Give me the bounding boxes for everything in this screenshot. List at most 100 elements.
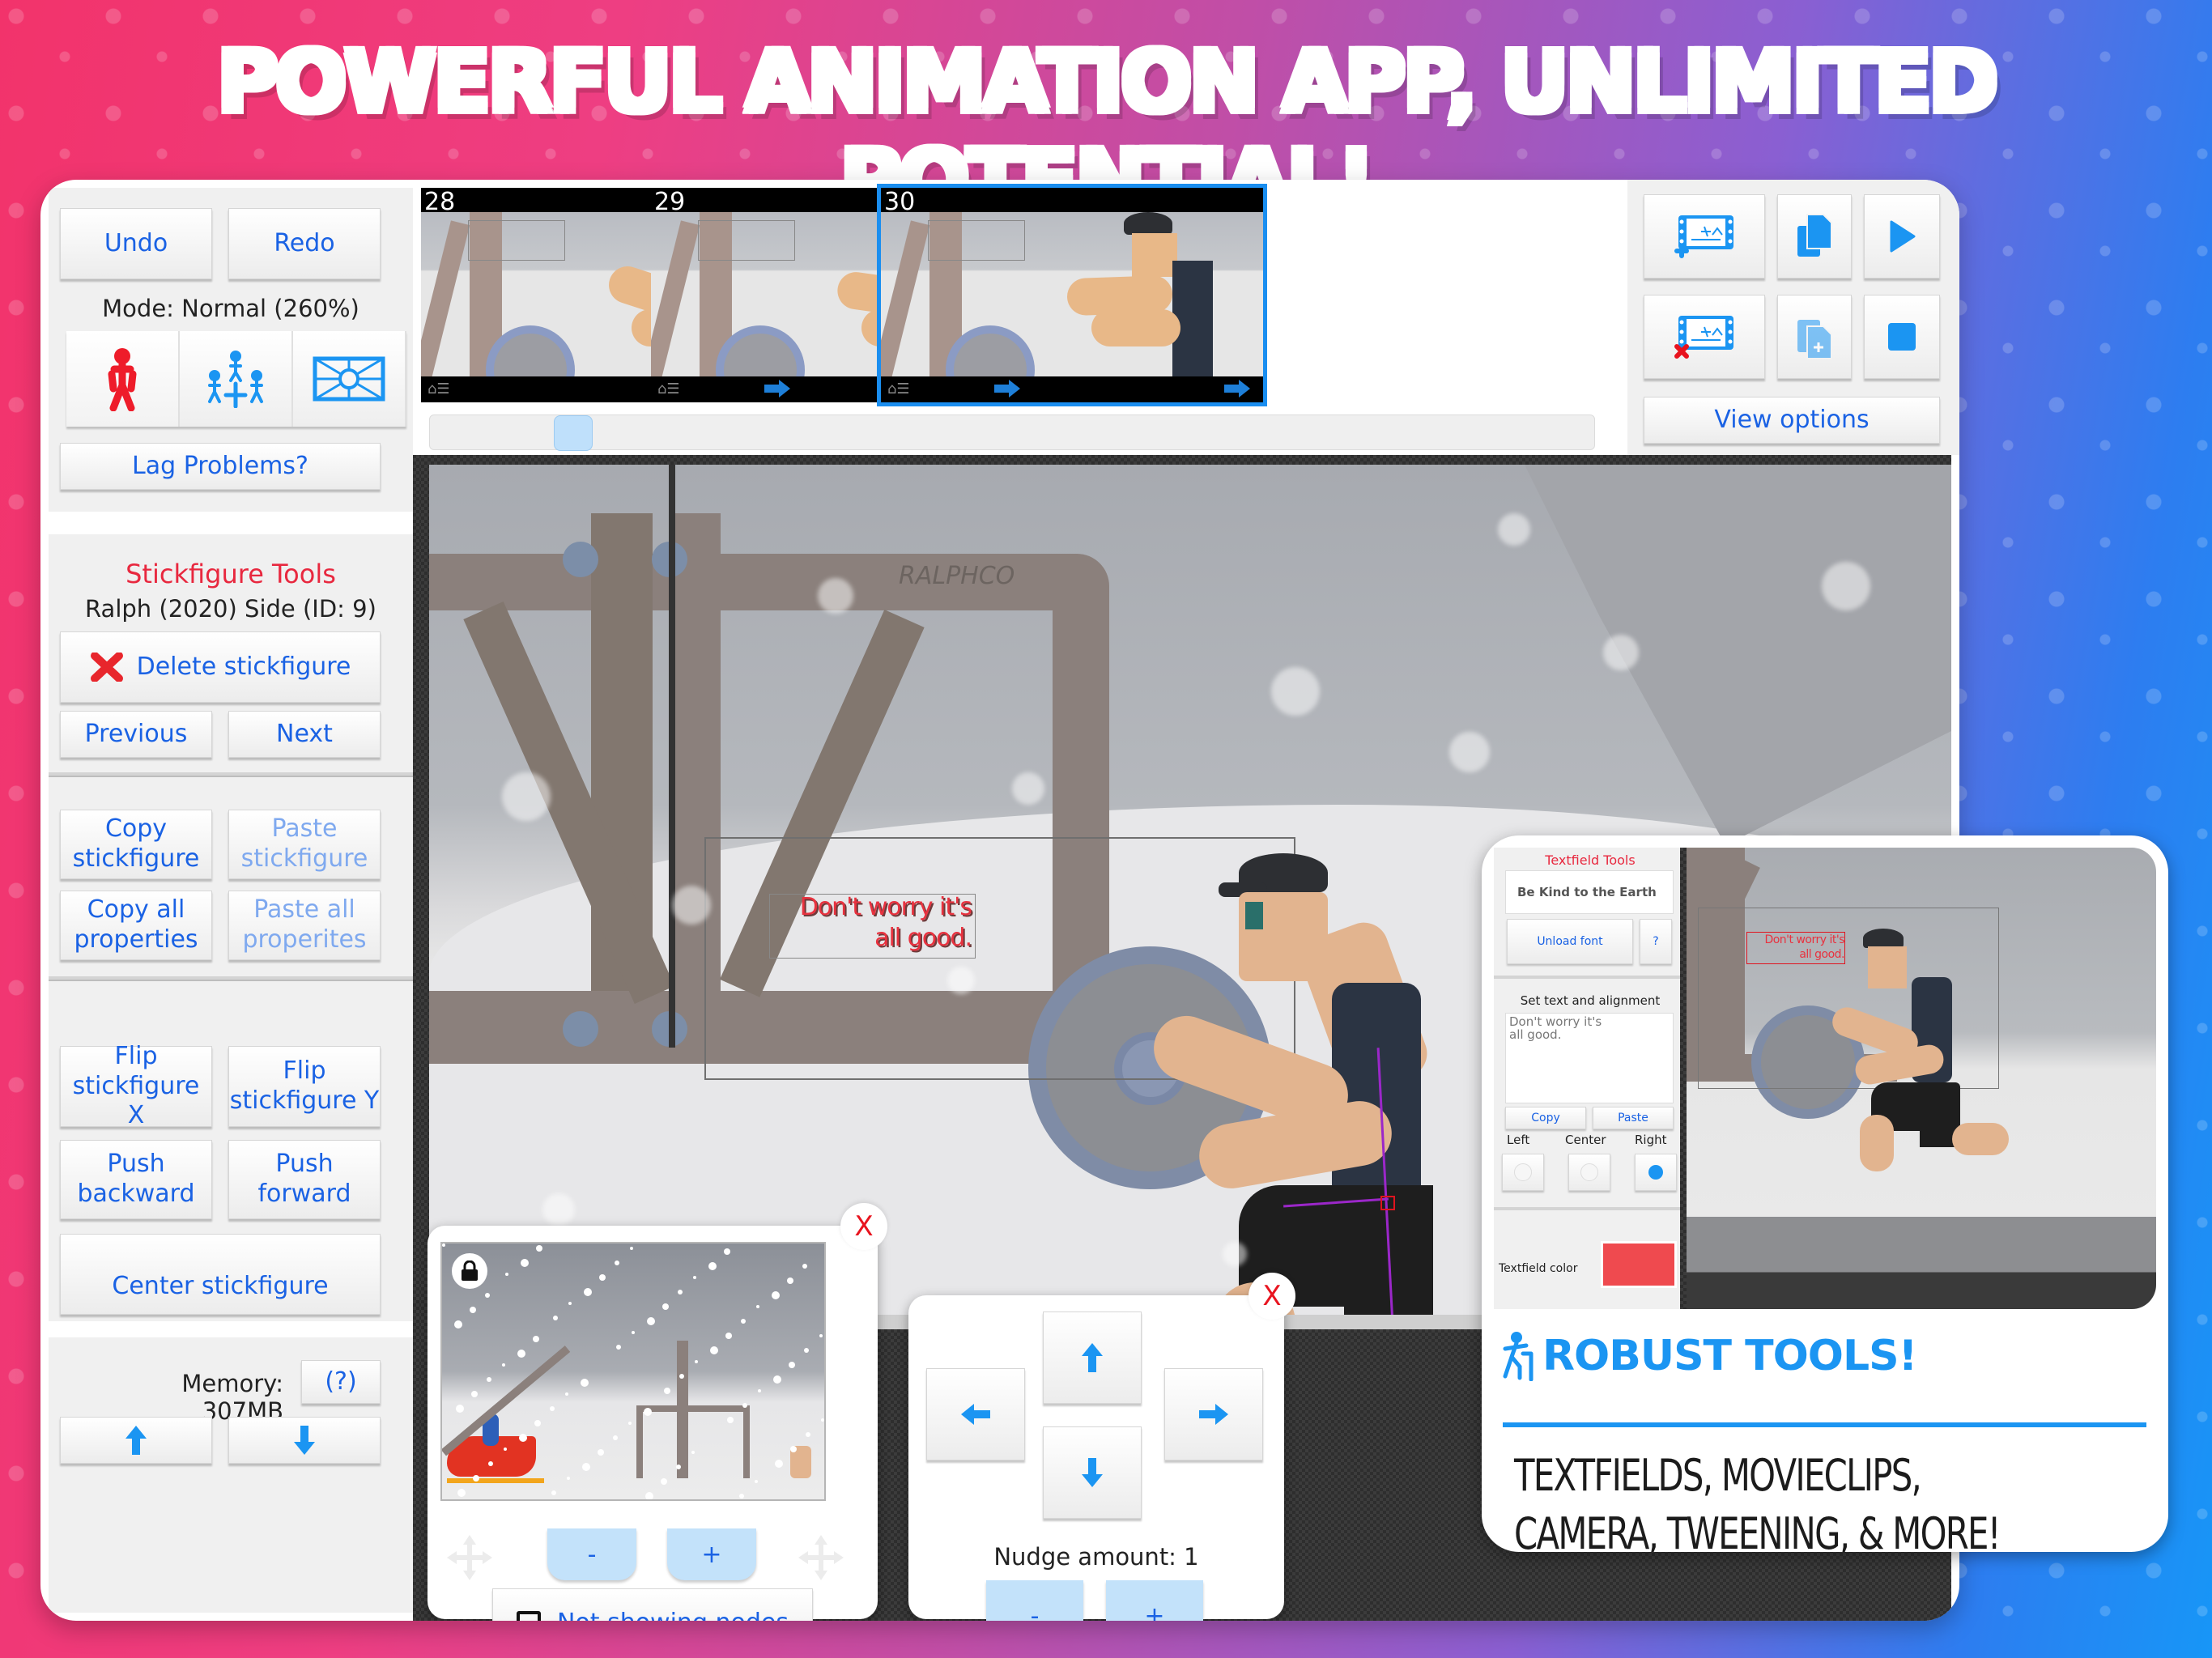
previous-button[interactable]: Previous [60, 711, 212, 758]
lock-button[interactable] [452, 1253, 487, 1289]
nudge-close-button[interactable]: X [1249, 1273, 1295, 1320]
flip-y-button[interactable]: Flip stickfigure Y [228, 1046, 381, 1127]
mode-group-move-button[interactable] [180, 331, 293, 427]
snowflake [533, 1336, 539, 1342]
textfield-copy-button[interactable]: Copy [1505, 1107, 1586, 1129]
robust-tools-title: ROBUST TOOLS! [1542, 1332, 1917, 1380]
copy-all-properties-button[interactable]: Copy all properties [60, 891, 212, 960]
nudge-down-button[interactable] [1043, 1426, 1142, 1519]
stop-icon [1888, 323, 1916, 351]
font-help-button[interactable]: ? [1640, 919, 1672, 964]
copy-stickfigure-label-line1: Copy [104, 814, 168, 844]
move-layer-up-button[interactable] [60, 1417, 212, 1464]
snowflake [565, 1392, 568, 1396]
next-button[interactable]: Next [228, 711, 381, 758]
delete-stickfigure-button[interactable]: Delete stickfigure [60, 631, 381, 703]
nudge-left-button[interactable] [926, 1368, 1025, 1460]
view-options-button[interactable]: View options [1644, 397, 1940, 444]
push-backward-button[interactable]: Push backward [60, 1140, 212, 1219]
timeline-scrollbar[interactable] [429, 414, 1595, 451]
snowflake [536, 1245, 542, 1252]
unload-font-button[interactable]: Unload font [1507, 919, 1633, 964]
canvas-textfield-line2: all good. [874, 924, 972, 952]
align-center-radio[interactable] [1568, 1154, 1610, 1191]
move-layer-down-button[interactable] [228, 1417, 381, 1464]
paste-props-label-line1: Paste all [253, 895, 355, 925]
center-stickfigure-button[interactable]: Center stickfigure [60, 1234, 381, 1315]
frame-tag-icon: ⌂☰ [657, 380, 680, 397]
overview-thumbnail[interactable] [440, 1242, 826, 1501]
mode-camera-button[interactable] [293, 331, 406, 427]
snowflake [819, 1334, 823, 1337]
frame-number: 29 [654, 188, 686, 216]
overview-zoom-in-button[interactable]: + [667, 1528, 756, 1580]
memory-section: Memory: 307MB (?) [49, 1337, 413, 1613]
frame-number: 30 [884, 188, 916, 216]
nudge-up-button[interactable] [1043, 1312, 1142, 1404]
arrow-down-icon [294, 1426, 315, 1455]
memory-help-button[interactable]: (?) [301, 1360, 381, 1404]
divider [1494, 1207, 1687, 1210]
textfield-text-input[interactable] [1505, 1013, 1674, 1103]
snowflake [772, 1291, 780, 1299]
snowflake [818, 578, 853, 614]
timeline-frame[interactable]: 30 ⌂☰ [877, 184, 1267, 406]
snowflake [661, 1478, 667, 1485]
delete-frame-button[interactable] [1644, 295, 1765, 379]
align-right-radio[interactable] [1635, 1154, 1677, 1191]
snowflake [442, 1244, 445, 1247]
snowflake [584, 1288, 592, 1296]
paste-all-properties-button[interactable]: Paste all properites [228, 891, 381, 960]
pan-right-handle-icon[interactable] [797, 1533, 845, 1582]
robust-line-1: TEXTFIELDS, MOVIECLIPS, [1514, 1450, 1922, 1501]
play-icon [1890, 220, 1916, 253]
lag-problems-button[interactable]: Lag Problems? [60, 443, 381, 490]
canvas-textfield[interactable]: Don't worry it's all good. [769, 892, 972, 954]
snowflake [519, 1434, 527, 1442]
textfield-color-swatch[interactable] [1601, 1241, 1677, 1288]
copy-frame-button[interactable] [1777, 194, 1852, 278]
play-button[interactable] [1864, 194, 1940, 278]
snowflake [742, 1403, 747, 1408]
snowflake [725, 1333, 732, 1339]
nudge-increase-button[interactable]: + [1106, 1580, 1203, 1621]
snowflake [775, 1460, 783, 1468]
paste-frame-icon [1797, 320, 1832, 359]
snowflake [616, 1345, 621, 1350]
next-frame-arrow-icon[interactable] [763, 378, 792, 399]
next-frame-arrow-icon[interactable] [1223, 378, 1252, 399]
overview-zoom-out-button[interactable]: - [547, 1528, 636, 1580]
pan-left-handle-icon[interactable] [445, 1533, 494, 1582]
add-frame-button[interactable] [1644, 194, 1765, 278]
copy-stickfigure-label-line2: stickfigure [72, 844, 200, 873]
undo-button[interactable]: Undo [60, 208, 212, 279]
stop-button[interactable] [1864, 295, 1940, 379]
snowflake [457, 1489, 466, 1497]
trebuchet-mini [636, 1405, 750, 1478]
align-left-radio[interactable] [1502, 1154, 1544, 1191]
snowflake [521, 1259, 529, 1267]
paste-frame-button[interactable] [1777, 295, 1852, 379]
nudge-decrease-button[interactable]: - [986, 1580, 1083, 1621]
overview-close-button[interactable]: X [840, 1203, 887, 1250]
textfield-tools-title: Textfield Tools [1545, 852, 1636, 868]
textfield-paste-button[interactable]: Paste [1593, 1107, 1674, 1129]
show-nodes-toggle[interactable]: Not showing nodes [492, 1588, 813, 1621]
snowflake [628, 1422, 632, 1425]
timeline-scroll-thumb[interactable] [554, 415, 593, 451]
snowflake [456, 1405, 464, 1413]
font-name-field[interactable]: Be Kind to the Earth [1505, 870, 1674, 914]
paste-stickfigure-button[interactable]: Paste stickfigure [228, 810, 381, 879]
mode-stickfigure-button[interactable] [66, 331, 180, 427]
nudge-right-button[interactable] [1164, 1368, 1263, 1460]
flip-x-button[interactable]: Flip stickfigure X [60, 1042, 212, 1129]
arrow-left-icon [961, 1404, 990, 1425]
copy-stickfigure-button[interactable]: Copy stickfigure [60, 810, 212, 879]
snowflake [598, 1449, 604, 1456]
redo-button[interactable]: Redo [228, 208, 381, 279]
nodes-checkbox[interactable] [516, 1611, 541, 1621]
next-frame-arrow-icon[interactable] [993, 378, 1022, 399]
stickfigure-ralph[interactable] [1142, 853, 1465, 1315]
snowflake [502, 772, 551, 821]
push-forward-button[interactable]: Push forward [228, 1140, 381, 1219]
